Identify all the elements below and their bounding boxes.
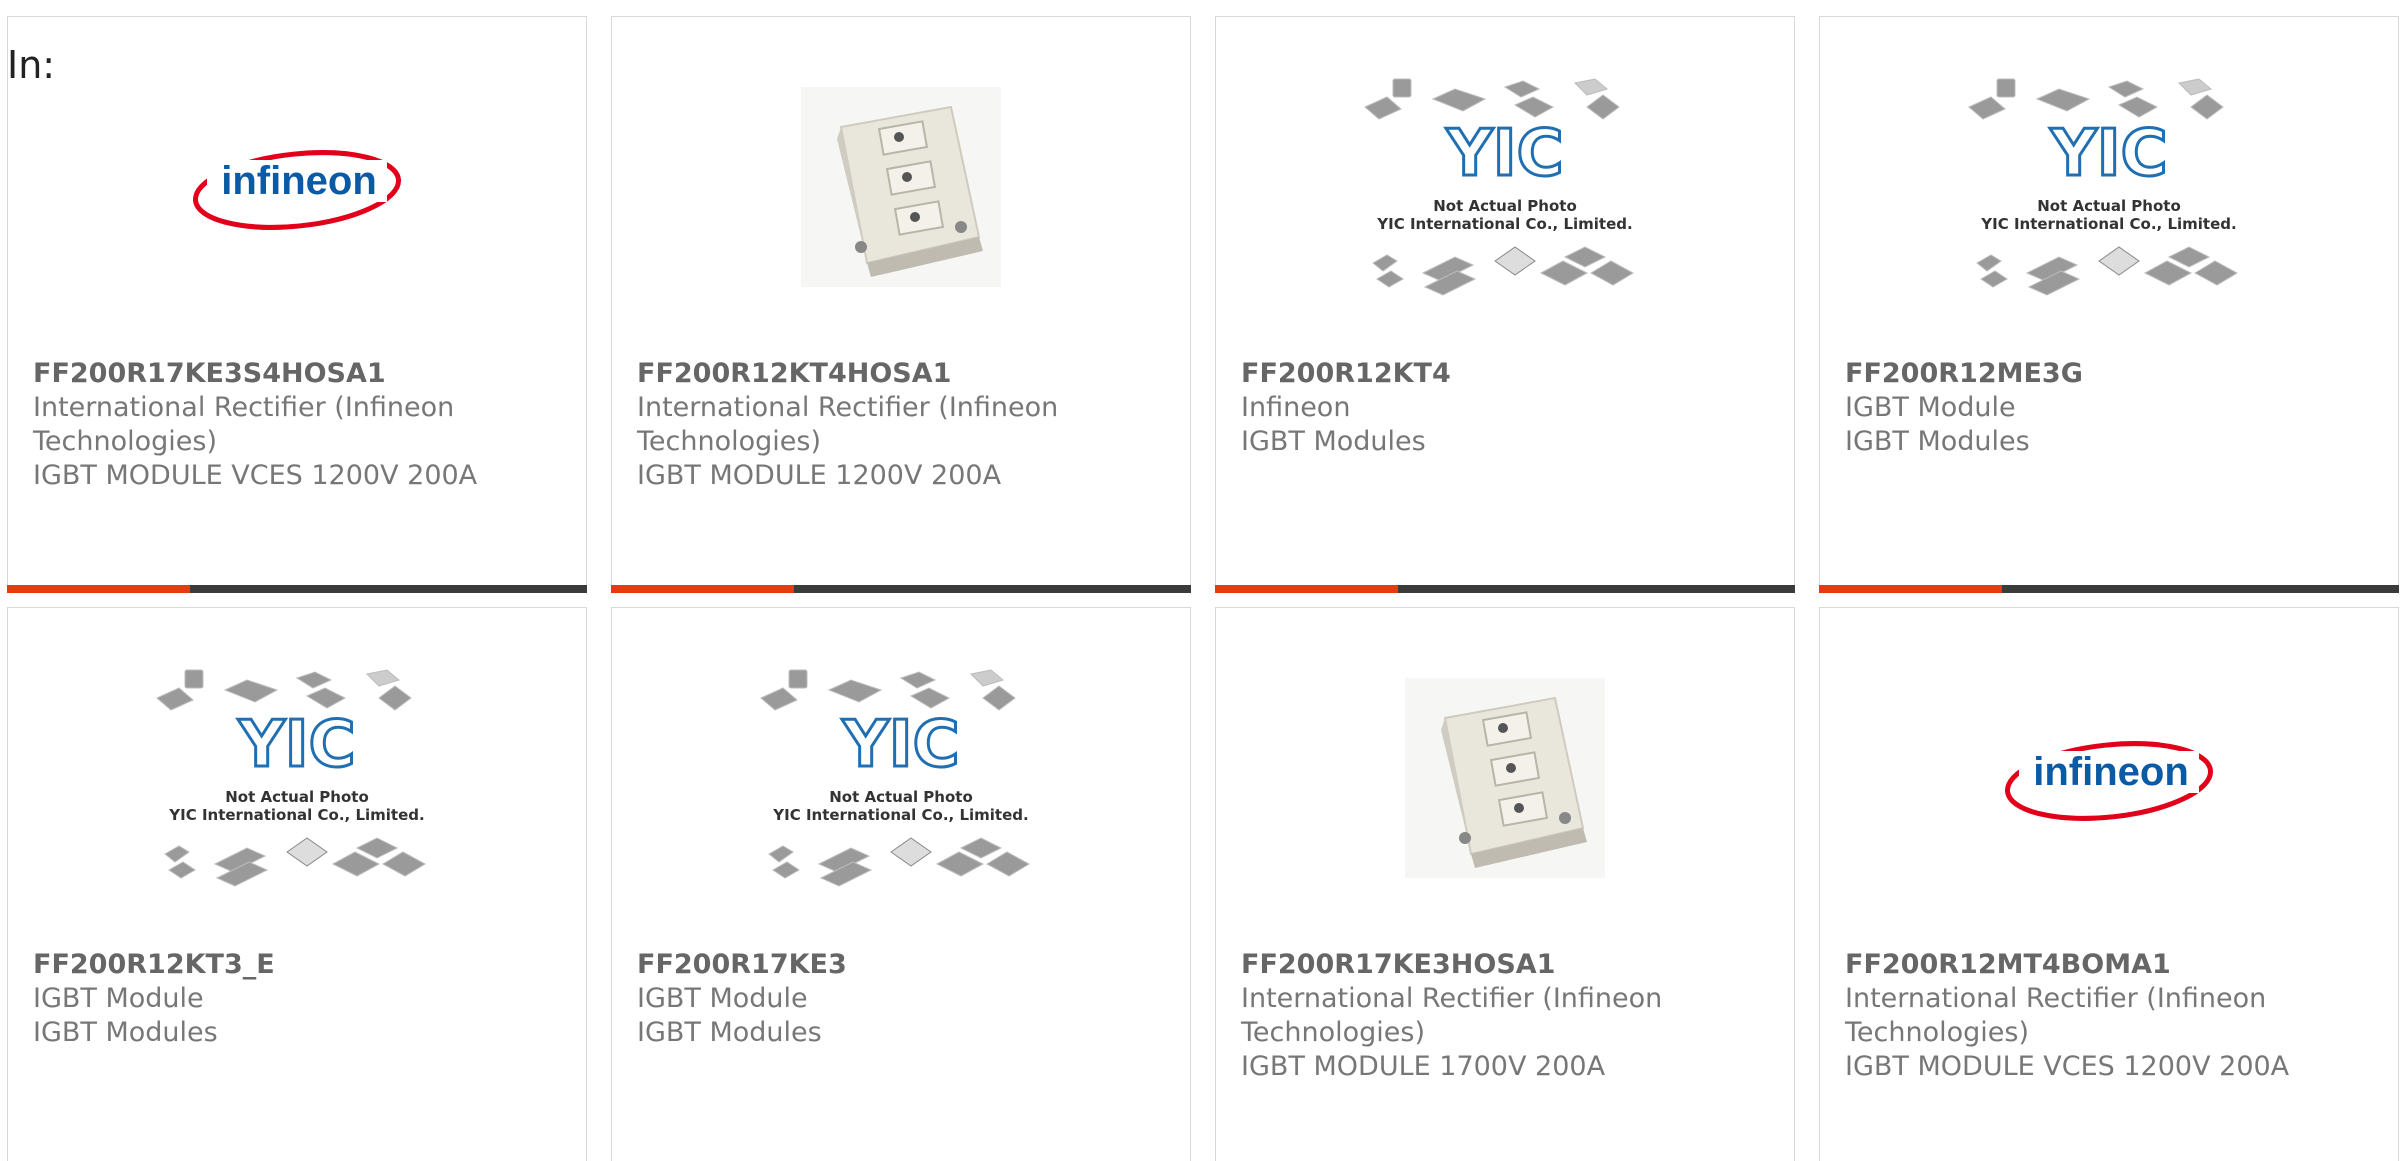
placeholder-logo: YIC [2049, 117, 2167, 191]
placeholder-image[interactable]: YIC Not Actual Photo YIC International C… [1959, 67, 2259, 307]
description-text: IGBT MODULE VCES 1200V 200A [1845, 1051, 2290, 1082]
logo-text: infineon [221, 159, 377, 203]
part-number-link[interactable]: FF200R12KT3_E [33, 948, 566, 982]
part-number-link[interactable]: FF200R17KE3HOSA1 [1241, 948, 1774, 982]
product-info: FF200R12KT3_E IGBT Module IGBT Modules [33, 948, 566, 1050]
placeholder-company: YIC International Co., Limited. [168, 806, 424, 824]
part-number-link[interactable]: FF200R12MT4BOMA1 [1845, 948, 2378, 982]
product-card[interactable]: FF200R12KT4HOSA1 International Rectifier … [611, 16, 1191, 593]
placeholder-company: YIC International Co., Limited. [1376, 215, 1632, 233]
placeholder-image[interactable]: YIC Not Actual Photo YIC International C… [751, 658, 1051, 898]
product-grid-page: In: infineon FF200R17KE3S4HOSA1 Internati… [0, 0, 2400, 1161]
part-number-link[interactable]: FF200R17KE3 [637, 948, 1170, 982]
part-number-link[interactable]: FF200R12ME3G [1845, 357, 2378, 391]
product-info: FF200R17KE3S4HOSA1 International Rectifie… [33, 357, 566, 493]
card-bottom-bar [1819, 585, 2399, 593]
product-info: FF200R12KT4 Infineon IGBT Modules [1241, 357, 1774, 459]
card-bottom-bar [1215, 585, 1795, 593]
product-info: FF200R12ME3G IGBT Module IGBT Modules [1845, 357, 2378, 459]
infineon-logo-image[interactable]: infineon [147, 67, 447, 307]
placeholder-caption: Not Actual Photo [1433, 197, 1577, 215]
card-accent-bar [1215, 585, 1398, 593]
part-number-link[interactable]: FF200R12KT4HOSA1 [637, 357, 1170, 391]
product-card[interactable]: YIC Not Actual Photo YIC International C… [1819, 16, 2399, 593]
part-number-link[interactable]: FF200R17KE3S4HOSA1 [33, 357, 566, 391]
manufacturer-text: IGBT Module [1845, 392, 2016, 423]
placeholder-logo: YIC [841, 708, 959, 782]
product-card[interactable]: infineon FF200R17KE3S4HOSA1 International… [7, 16, 587, 593]
description-text: IGBT MODULE 1200V 200A [637, 460, 1002, 491]
placeholder-caption: Not Actual Photo [2037, 197, 2181, 215]
placeholder-image[interactable]: YIC Not Actual Photo YIC International C… [1355, 67, 1655, 307]
product-card[interactable]: YIC Not Actual Photo YIC International C… [7, 607, 587, 1161]
igbt-module-photo[interactable] [1355, 658, 1655, 898]
description-text: IGBT MODULE 1700V 200A [1241, 1051, 1606, 1082]
card-accent-bar [611, 585, 794, 593]
product-card[interactable]: infineon FF200R12MT4BOMA1 International R… [1819, 607, 2399, 1161]
in-label: In: [7, 43, 56, 87]
placeholder-company: YIC International Co., Limited. [1980, 215, 2236, 233]
description-text: IGBT Modules [637, 1017, 822, 1048]
card-bottom-bar [611, 585, 1191, 593]
description-text: IGBT Modules [33, 1017, 218, 1048]
placeholder-logo: YIC [1445, 117, 1563, 191]
product-info: FF200R12KT4HOSA1 International Rectifier … [637, 357, 1170, 493]
manufacturer-text: International Rectifier (Infineon Techno… [637, 392, 1059, 457]
placeholder-logo: YIC [237, 708, 355, 782]
logo-text: infineon [2033, 750, 2189, 794]
part-number-link[interactable]: FF200R12KT4 [1241, 357, 1774, 391]
igbt-module-photo[interactable] [751, 67, 1051, 307]
manufacturer-text: International Rectifier (Infineon Techno… [1845, 983, 2267, 1048]
manufacturer-text: Infineon [1241, 392, 1351, 423]
manufacturer-text: International Rectifier (Infineon Techno… [33, 392, 455, 457]
manufacturer-text: International Rectifier (Infineon Techno… [1241, 983, 1663, 1048]
infineon-logo-image[interactable]: infineon [1959, 658, 2259, 898]
description-text: IGBT MODULE VCES 1200V 200A [33, 460, 478, 491]
placeholder-caption: Not Actual Photo [225, 788, 369, 806]
product-card[interactable]: YIC Not Actual Photo YIC International C… [611, 607, 1191, 1161]
card-accent-bar [7, 585, 190, 593]
placeholder-image[interactable]: YIC Not Actual Photo YIC International C… [147, 658, 447, 898]
card-bottom-bar [7, 585, 587, 593]
product-info: FF200R12MT4BOMA1 International Rectifier … [1845, 948, 2378, 1084]
product-grid: infineon FF200R17KE3S4HOSA1 International… [7, 16, 2399, 1161]
placeholder-company: YIC International Co., Limited. [772, 806, 1028, 824]
product-info: FF200R17KE3HOSA1 International Rectifier … [1241, 948, 1774, 1084]
description-text: IGBT Modules [1845, 426, 2030, 457]
card-accent-bar [1819, 585, 2002, 593]
manufacturer-text: IGBT Module [33, 983, 204, 1014]
product-card[interactable]: YIC Not Actual Photo YIC International C… [1215, 16, 1795, 593]
product-card[interactable]: FF200R17KE3HOSA1 International Rectifier … [1215, 607, 1795, 1161]
placeholder-caption: Not Actual Photo [829, 788, 973, 806]
product-info: FF200R17KE3 IGBT Module IGBT Modules [637, 948, 1170, 1050]
description-text: IGBT Modules [1241, 426, 1426, 457]
manufacturer-text: IGBT Module [637, 983, 808, 1014]
